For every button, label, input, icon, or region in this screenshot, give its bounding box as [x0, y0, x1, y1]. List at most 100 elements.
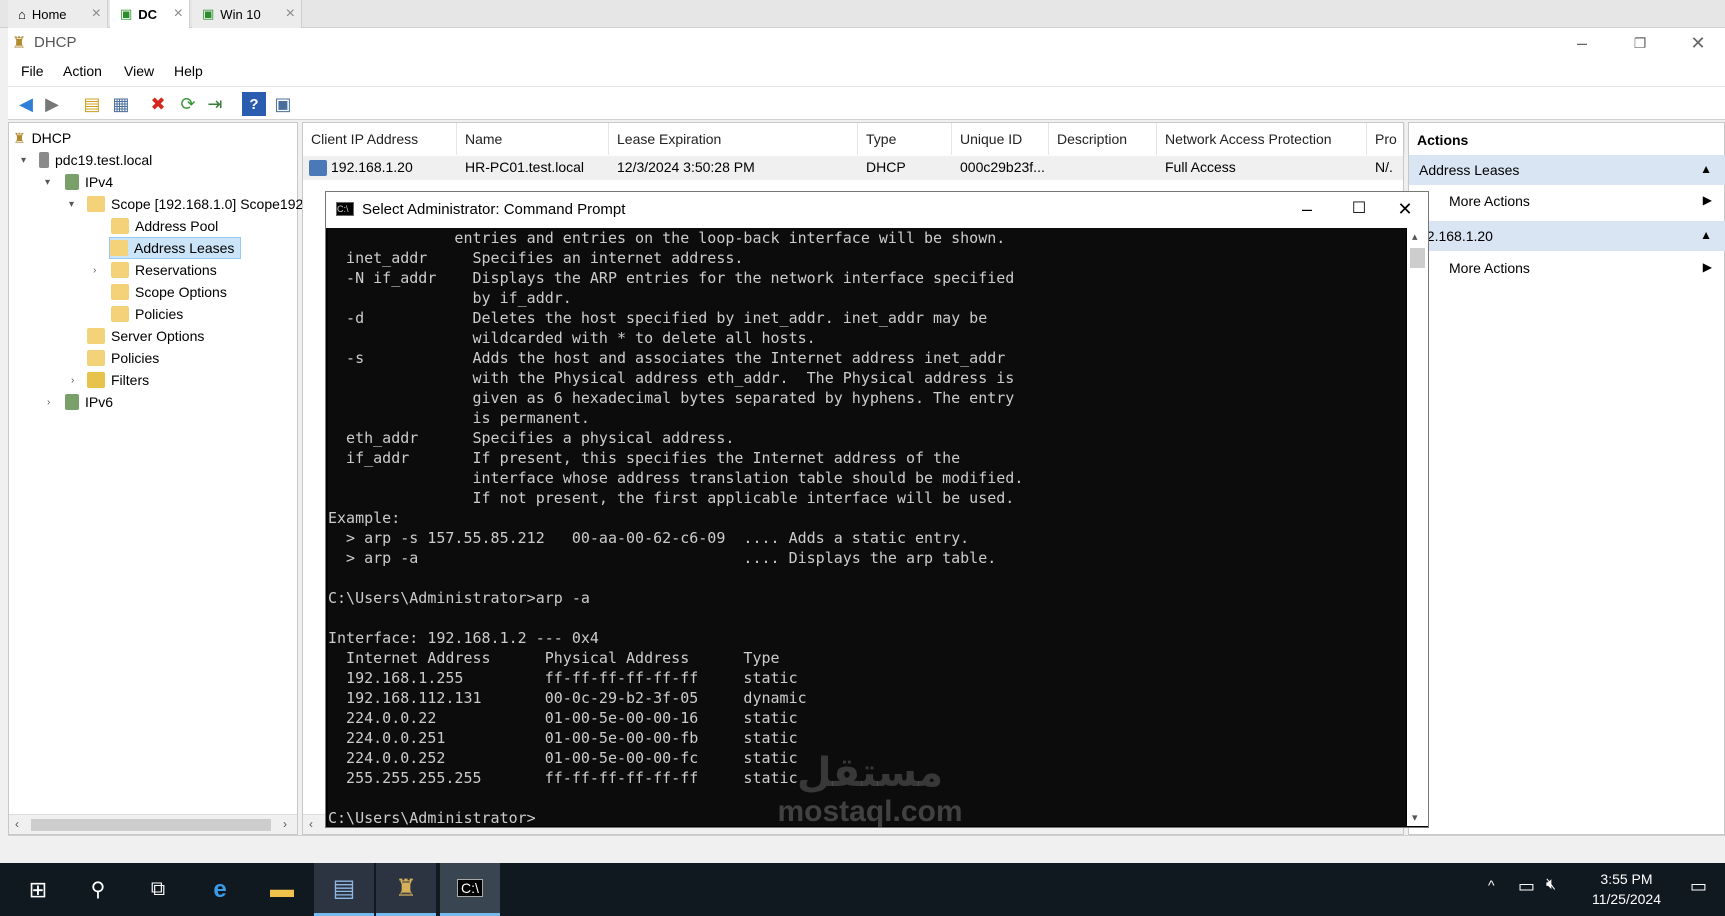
tree-node-ipv4[interactable]: IPv4	[65, 171, 113, 193]
cmd-console[interactable]: entries and entries on the loop-back int…	[328, 228, 1406, 826]
dhcp-icon: ♜	[13, 129, 26, 146]
delete-icon[interactable]: ✖	[146, 92, 170, 116]
cmd-output: entries and entries on the loop-back int…	[328, 228, 1406, 826]
close-button[interactable]: ✕	[1675, 30, 1721, 56]
close-icon[interactable]: ×	[174, 5, 183, 23]
up-folder-icon[interactable]: ▤	[80, 92, 104, 116]
actions-section-address-leases[interactable]: Address Leases ▲	[1409, 155, 1725, 185]
show-hide-tree-icon[interactable]: ▦	[109, 92, 133, 116]
cmd-title-bar[interactable]: C:\ Select Administrator: Command Prompt…	[326, 192, 1428, 228]
home-icon: ⌂	[18, 6, 26, 22]
column-header-probation[interactable]: Pro	[1367, 123, 1405, 155]
cmd-maximize-button[interactable]: ☐	[1336, 196, 1382, 222]
minimize-button[interactable]: –	[1559, 30, 1605, 56]
chevron-right-icon[interactable]: ›	[93, 265, 96, 276]
menu-view[interactable]: View	[124, 63, 154, 79]
collapse-icon[interactable]: ▲	[1700, 162, 1712, 176]
column-header-description[interactable]: Description	[1049, 123, 1157, 155]
tree-node-scope-options[interactable]: Scope Options	[111, 281, 227, 303]
table-row[interactable]: 192.168.1.20 HR-PC01.test.local 12/3/202…	[303, 156, 1403, 180]
cmd-close-button[interactable]: ✕	[1382, 196, 1428, 222]
notification-icon[interactable]: ▭	[1690, 876, 1707, 897]
back-arrow-icon[interactable]: ◀	[14, 92, 38, 116]
scroll-left-icon[interactable]: ‹	[15, 817, 19, 831]
cell-probation: N/.	[1375, 159, 1393, 175]
help-icon[interactable]: ?	[242, 92, 266, 116]
chevron-right-icon[interactable]: ›	[71, 375, 74, 386]
vm-tab-win10[interactable]: ▣ Win 10 ×	[192, 0, 302, 28]
taskbar-server-manager[interactable]: ▤	[314, 863, 374, 916]
tree-node-scope-policies[interactable]: Policies	[111, 303, 183, 325]
more-actions-2[interactable]: More Actions	[1449, 260, 1530, 276]
dhcp-icon: ♜	[12, 35, 27, 52]
vm-tab-dc[interactable]: ▣ DC ×	[110, 0, 190, 28]
tree-node-scope[interactable]: Scope [192.168.1.0] Scope192	[87, 193, 303, 215]
column-header-unique-id[interactable]: Unique ID	[952, 123, 1049, 155]
cmd-line: > arp -s 157.55.85.212 00-aa-00-62-c6-09…	[328, 529, 970, 547]
actions-section-label: Address Leases	[1419, 162, 1520, 178]
properties-icon[interactable]: ▣	[271, 92, 295, 116]
task-view-button[interactable]: ⧉	[128, 863, 188, 916]
tree-node-dhcp[interactable]: ♜ DHCP	[13, 127, 71, 149]
column-header-client-ip[interactable]: Client IP Address	[303, 123, 457, 155]
column-header-lease-expiration[interactable]: Lease Expiration	[609, 123, 858, 155]
more-actions-label: More Actions	[1449, 193, 1530, 209]
chevron-down-icon[interactable]: ▾	[45, 177, 50, 188]
chevron-right-icon[interactable]: ›	[47, 397, 50, 408]
command-prompt-window[interactable]: C:\ Select Administrator: Command Prompt…	[325, 191, 1429, 828]
taskbar-explorer[interactable]: ▬	[252, 863, 312, 916]
cmd-line: > arp -a .... Displays the arp table.	[328, 549, 997, 567]
tree-node-address-leases[interactable]: Address Leases	[109, 237, 242, 259]
column-header-name[interactable]: Name	[457, 123, 609, 155]
menu-action[interactable]: Action	[63, 63, 102, 79]
refresh-icon[interactable]: ⟳	[176, 92, 200, 116]
scroll-left-icon[interactable]: ‹	[309, 817, 313, 831]
collapse-icon[interactable]: ▲	[1700, 228, 1712, 242]
taskbar-cmd[interactable]: C:\	[440, 863, 500, 916]
chevron-down-icon[interactable]: ▾	[21, 155, 26, 166]
cmd-line: -s Adds the host and associates the Inte…	[328, 349, 1006, 367]
tree-horizontal-scrollbar[interactable]: ‹ ›	[9, 814, 297, 834]
tree-node-reservations[interactable]: Reservations	[111, 259, 217, 281]
volume-muted-icon[interactable]: 🔇︎	[1546, 876, 1556, 894]
more-actions-1[interactable]: More Actions	[1449, 193, 1530, 209]
restore-button[interactable]: ❐	[1617, 30, 1663, 56]
tree-node-label: Policies	[135, 306, 184, 322]
taskbar-dhcp[interactable]: ♜	[376, 863, 436, 916]
cmd-minimize-button[interactable]: –	[1284, 196, 1330, 222]
taskbar-ie[interactable]: e	[190, 863, 250, 916]
column-header-type[interactable]: Type	[858, 123, 952, 155]
forward-arrow-icon[interactable]: ▶	[40, 92, 64, 116]
scroll-down-icon[interactable]: ▾	[1412, 811, 1418, 824]
scroll-up-icon[interactable]: ▴	[1412, 230, 1418, 243]
submenu-arrow-icon: ▶	[1702, 193, 1712, 207]
tree-node-policies[interactable]: Policies	[87, 347, 159, 369]
title-bar: ♜ DHCP – ❐ ✕	[8, 28, 1725, 58]
start-button[interactable]: ⊞	[8, 863, 68, 916]
scroll-thumb[interactable]	[31, 819, 271, 831]
column-header-nap[interactable]: Network Access Protection	[1157, 123, 1367, 155]
folder-icon	[110, 240, 128, 256]
tree-node-server[interactable]: pdc19.test.local	[39, 149, 152, 171]
search-button[interactable]: ⚲	[68, 863, 128, 916]
cmd-vertical-scrollbar[interactable]: ▴ ▾	[1407, 228, 1428, 826]
tree-node-server-options[interactable]: Server Options	[87, 325, 204, 347]
server-icon	[39, 152, 49, 168]
tree-node-ipv6[interactable]: IPv6	[65, 391, 113, 413]
clock[interactable]: 3:55 PM 11/25/2024	[1592, 869, 1661, 909]
export-list-icon[interactable]: ⇥	[203, 92, 227, 116]
network-icon[interactable]: ▭	[1518, 876, 1535, 897]
tree-node-address-pool[interactable]: Address Pool	[111, 215, 218, 237]
clock-time: 3:55 PM	[1600, 871, 1653, 887]
scroll-thumb[interactable]	[1410, 248, 1425, 268]
close-icon[interactable]: ×	[286, 5, 295, 23]
scroll-right-icon[interactable]: ›	[283, 817, 287, 831]
close-icon[interactable]: ×	[92, 5, 101, 23]
menu-help[interactable]: Help	[174, 63, 203, 79]
menu-file[interactable]: File	[21, 63, 44, 79]
chevron-up-icon[interactable]: ^	[1488, 877, 1495, 893]
actions-section-lease[interactable]: 92.168.1.20 ▲	[1409, 221, 1725, 251]
vm-tab-home[interactable]: ⌂ Home ×	[8, 0, 108, 28]
tree-node-filters[interactable]: Filters	[87, 369, 149, 391]
chevron-down-icon[interactable]: ▾	[69, 199, 74, 210]
